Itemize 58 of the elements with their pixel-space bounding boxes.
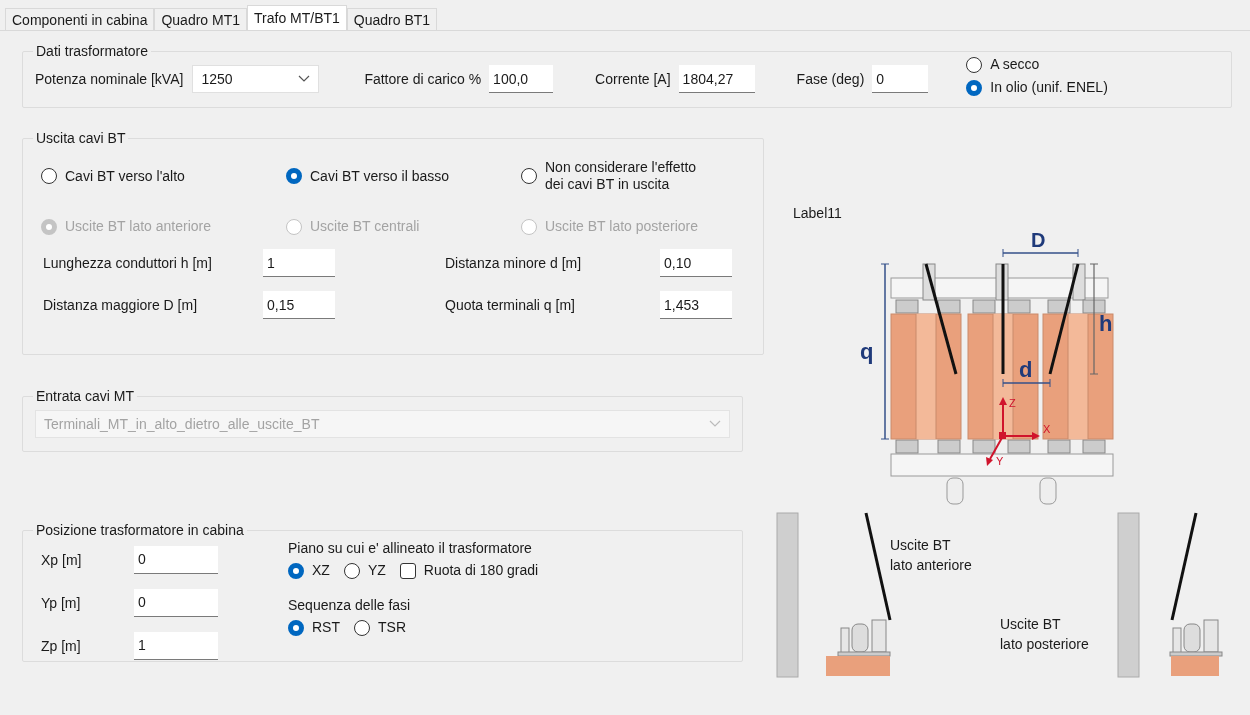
radio-button[interactable]: In olio (unif. ENEL) [966,79,1108,96]
axis-label: Y [996,455,1004,467]
tab[interactable]: Componenti in cabina [5,8,155,30]
field-label: Yp [m] [41,594,82,611]
field-label: Corrente [A] [595,71,671,87]
axis-label: X [1043,423,1051,435]
field-label: Quota terminali q [m] [445,297,576,313]
field-label: Xp [m] [41,551,83,568]
dropdown[interactable]: 1250 [192,65,320,93]
group-title: Uscita cavi BT [35,130,127,146]
input-field[interactable]: 0,10 [660,249,732,277]
input-field[interactable]: 1804,27 [678,65,755,93]
chevron-down-icon [709,420,721,428]
group-title: Entrata cavi MT [35,388,136,404]
radio-button[interactable]: A secco [966,56,1108,73]
field-label: Sequenza delle fasi [288,597,412,613]
input-field[interactable]: 1 [134,631,218,660]
field-label: Piano su cui e' allineato il trasformatore [288,540,533,556]
input-field[interactable]: 0,15 [263,291,335,319]
group-title: Dati trasformatore [35,43,150,59]
radio-button[interactable]: YZ [343,562,386,579]
dimension-label: d [1019,357,1033,382]
field-label: Distanza minore d [m] [445,255,583,271]
callout-label: Uscite BT lato posteriore [1000,615,1089,654]
field-label: Distanza maggiore D [m] [43,297,199,313]
tab[interactable]: Trafo MT/BT1 [247,5,347,30]
dimension-label: q [860,339,874,364]
chevron-down-icon [298,75,311,83]
radio-button[interactable]: TSR [354,619,406,636]
input-field[interactable]: 1 [263,249,335,277]
radio-button[interactable]: Cavi BT verso l'alto [41,167,286,185]
tab[interactable]: Quadro BT1 [346,8,438,30]
callout-label: Uscite BT lato anteriore [890,536,972,575]
field-label: Lunghezza conduttori h [m] [43,255,213,271]
tab[interactable]: Quadro MT1 [154,8,247,30]
input-field[interactable]: 100,0 [489,65,554,93]
dimension-label: D [1031,229,1046,251]
radio-button[interactable]: RST [288,619,340,636]
field-label: Potenza nominale [kVA] [35,71,184,87]
terminal-drawing [1169,619,1223,676]
field-label: Fattore di carico % [364,71,482,87]
input-field[interactable]: 0 [134,588,218,617]
terminal-drawing [826,619,891,676]
input-field[interactable]: 0 [134,545,218,574]
radio-button[interactable]: XZ [288,562,330,579]
radio-button[interactable]: Non considerare l'effetto dei cavi BT in uscita [521,159,751,193]
checkbox[interactable]: Ruota di 180 gradi [399,562,539,579]
input-field[interactable]: 1,453 [660,291,732,319]
field-label: Fase (deg) [796,71,865,87]
axes-icon [986,397,1040,466]
caption-label: Label11 [793,205,842,221]
group-title: Posizione trasformatore in cabina [35,522,245,538]
field-label: Zp [m] [41,637,82,654]
input-field[interactable]: 0 [872,65,929,93]
radio-button[interactable]: Cavi BT verso il basso [286,167,521,185]
dimension-label: h [1099,311,1113,336]
axis-label: Z [1009,397,1016,409]
dimension-line [1002,378,1051,388]
